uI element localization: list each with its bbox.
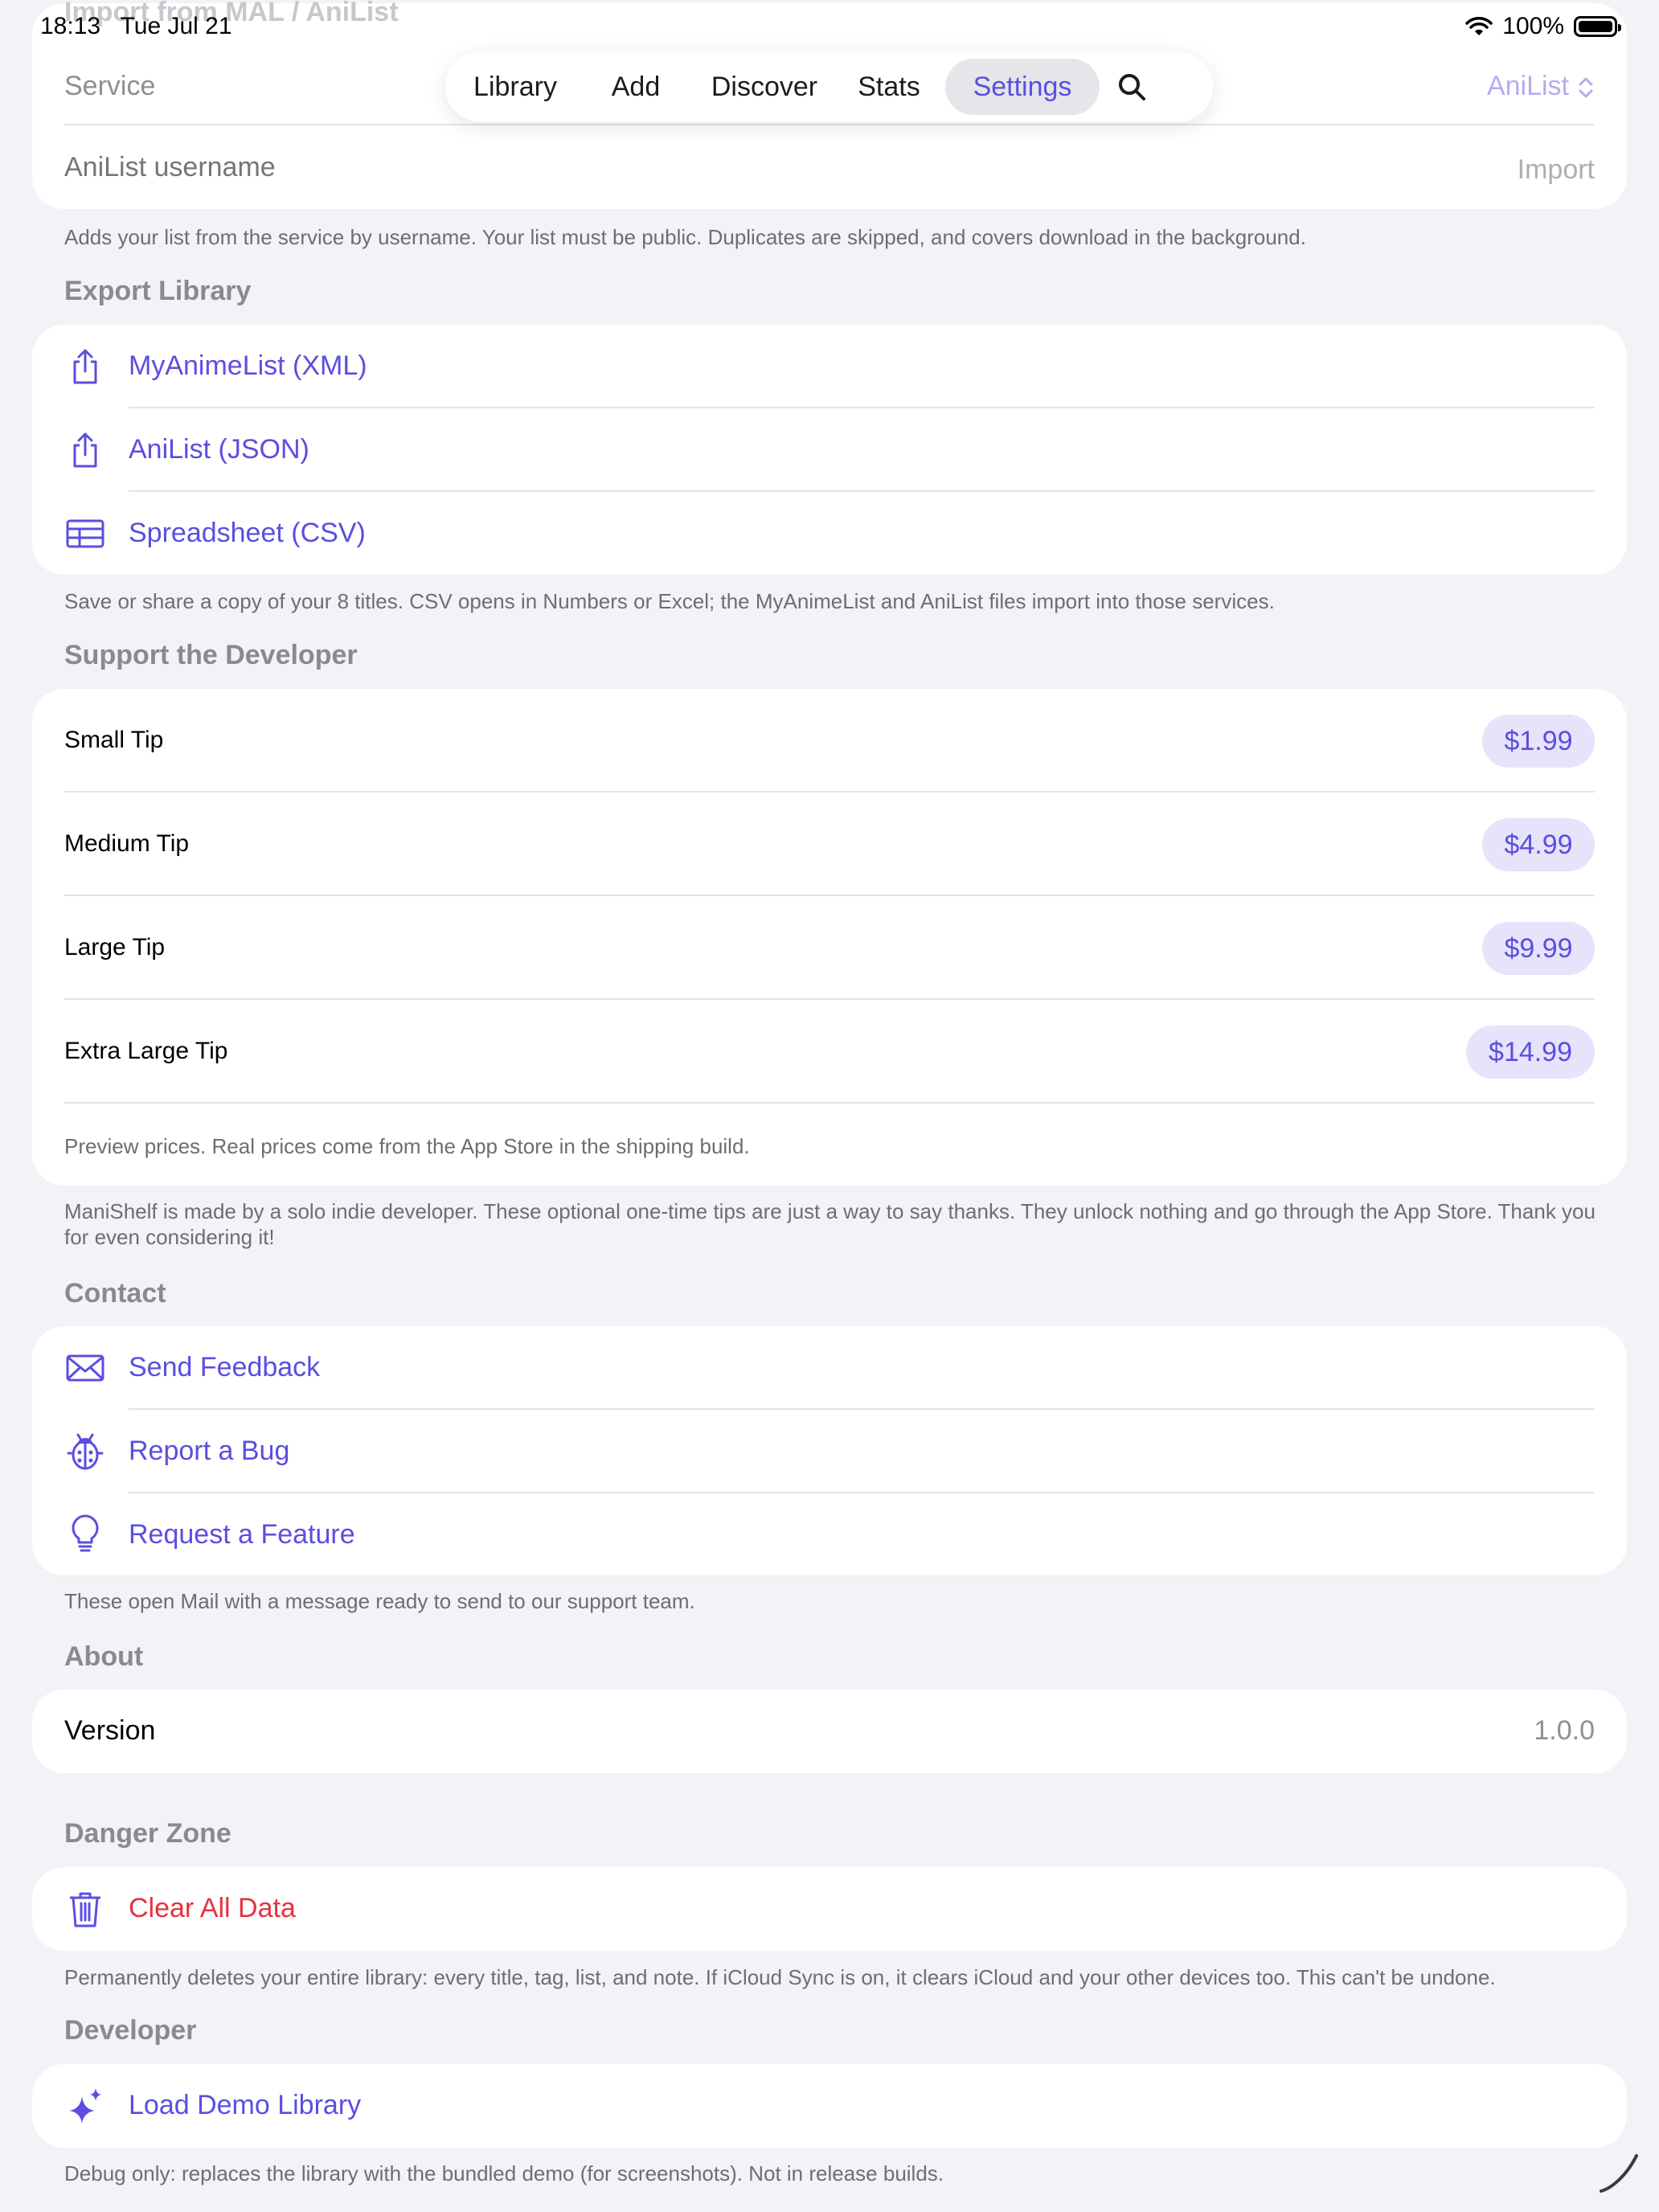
tip-price-button[interactable]: $9.99 [1482,922,1595,975]
export-group: MyAnimeList (XML) AniList (JSON) Spreads… [32,325,1627,575]
preview-note-row: Preview prices. Real prices come from th… [32,1104,1627,1186]
envelope-icon [63,1346,108,1391]
search-icon [1119,74,1145,100]
version-row: Version 1.0.0 [32,1690,1627,1773]
tip-price-button[interactable]: $14.99 [1466,1026,1595,1079]
tab-stats[interactable]: Stats [833,59,945,115]
export-mal-label: MyAnimeList (XML) [129,350,367,381]
tip-row-medium: Medium Tip $4.99 [32,793,1627,896]
load-demo-label: Load Demo Library [129,2090,362,2120]
export-footnote: Save or share a copy of your 8 titles. C… [64,589,1275,613]
tip-price-button[interactable]: $4.99 [1482,818,1595,871]
table-icon [63,511,108,556]
export-section-title: Export Library [64,276,252,306]
request-feature-row[interactable]: Request a Feature [32,1493,1627,1575]
contact-section-title: Contact [64,1278,166,1309]
preview-prices-note: Preview prices. Real prices come from th… [64,1134,750,1158]
share-icon [63,428,108,473]
export-anilist-label: AniList (JSON) [129,434,309,465]
tip-label: Large Tip [64,934,166,961]
send-feedback-row[interactable]: Send Feedback [32,1326,1627,1410]
battery-percent: 100% [1502,13,1564,39]
chevron-updown-icon [1579,77,1593,98]
developer-group: Load Demo Library [32,2064,1627,2148]
search-button[interactable] [1100,59,1164,115]
lightbulb-icon [63,1511,108,1556]
export-anilist-row[interactable]: AniList (JSON) [32,408,1627,492]
username-row: Import [32,125,1627,209]
trash-icon [63,1886,108,1931]
request-feature-label: Request a Feature [129,1519,355,1550]
developer-section-title: Developer [64,2015,197,2046]
share-icon [63,344,108,389]
tip-row-large: Large Tip $9.99 [32,896,1627,1000]
send-feedback-label: Send Feedback [129,1352,321,1382]
sparkles-icon [63,2083,108,2128]
export-csv-row[interactable]: Spreadsheet (CSV) [32,492,1627,575]
danger-footnote: Permanently deletes your entire library:… [64,1965,1496,1989]
status-time: 18:13 Tue Jul 21 [40,13,232,40]
export-mal-row[interactable]: MyAnimeList (XML) [32,325,1627,408]
clear-all-data-row[interactable]: Clear All Data [32,1867,1627,1951]
version-value: 1.0.0 [1534,1715,1595,1746]
import-button[interactable]: Import [1518,154,1595,186]
import-footnote: Adds your list from the service by usern… [64,225,1306,249]
service-picker[interactable]: AniList [1487,71,1569,102]
tip-row-small: Small Tip $1.99 [32,689,1627,793]
clear-all-data-label: Clear All Data [129,1893,296,1923]
export-csv-label: Spreadsheet (CSV) [129,518,366,548]
status-indicators: 100% [1465,13,1621,40]
ladybug-icon [63,1429,108,1474]
tips-group: Small Tip $1.99 Medium Tip $4.99 Large T… [32,689,1627,1186]
tab-settings[interactable]: Settings [945,59,1100,115]
wifi-icon [1465,17,1493,35]
battery-icon [1574,16,1621,37]
status-bar: 18:13 Tue Jul 21 100% [0,0,1659,51]
about-group: Version 1.0.0 [32,1690,1627,1773]
report-bug-label: Report a Bug [129,1436,290,1466]
tab-bar: Library Add Discover Stats Settings [445,51,1213,122]
support-section-title: Support the Developer [64,640,358,670]
anilist-username-input[interactable] [64,148,1270,186]
danger-group: Clear All Data [32,1867,1627,1951]
date: Tue Jul 21 [120,13,232,39]
tip-price-button[interactable]: $1.99 [1482,715,1595,768]
danger-section-title: Danger Zone [64,1818,231,1849]
service-label: Service [64,71,156,101]
settings-screen: 18:13 Tue Jul 21 100% Import from MAL / … [0,0,1659,2212]
tab-discover[interactable]: Discover [696,59,833,115]
report-bug-row[interactable]: Report a Bug [32,1410,1627,1493]
clock: 18:13 [40,13,101,39]
contact-footnote: These open Mail with a message ready to … [64,1589,695,1613]
tab-library[interactable]: Library [455,59,576,115]
support-footnote: ManiShelf is made by a solo indie develo… [64,1199,1596,1249]
load-demo-row[interactable]: Load Demo Library [32,2064,1627,2148]
tip-label: Small Tip [64,727,164,753]
tip-row-extra-large: Extra Large Tip $14.99 [32,1000,1627,1104]
tip-label: Extra Large Tip [64,1038,228,1064]
tip-label: Medium Tip [64,830,190,857]
about-section-title: About [64,1641,144,1672]
developer-footnote: Debug only: replaces the library with th… [64,2161,944,2185]
version-label: Version [64,1715,156,1746]
pencil-scribble-icon [1600,2154,1638,2193]
tab-add[interactable]: Add [576,59,696,115]
contact-group: Send Feedback Report a Bug Request a Fea… [32,1326,1627,1575]
